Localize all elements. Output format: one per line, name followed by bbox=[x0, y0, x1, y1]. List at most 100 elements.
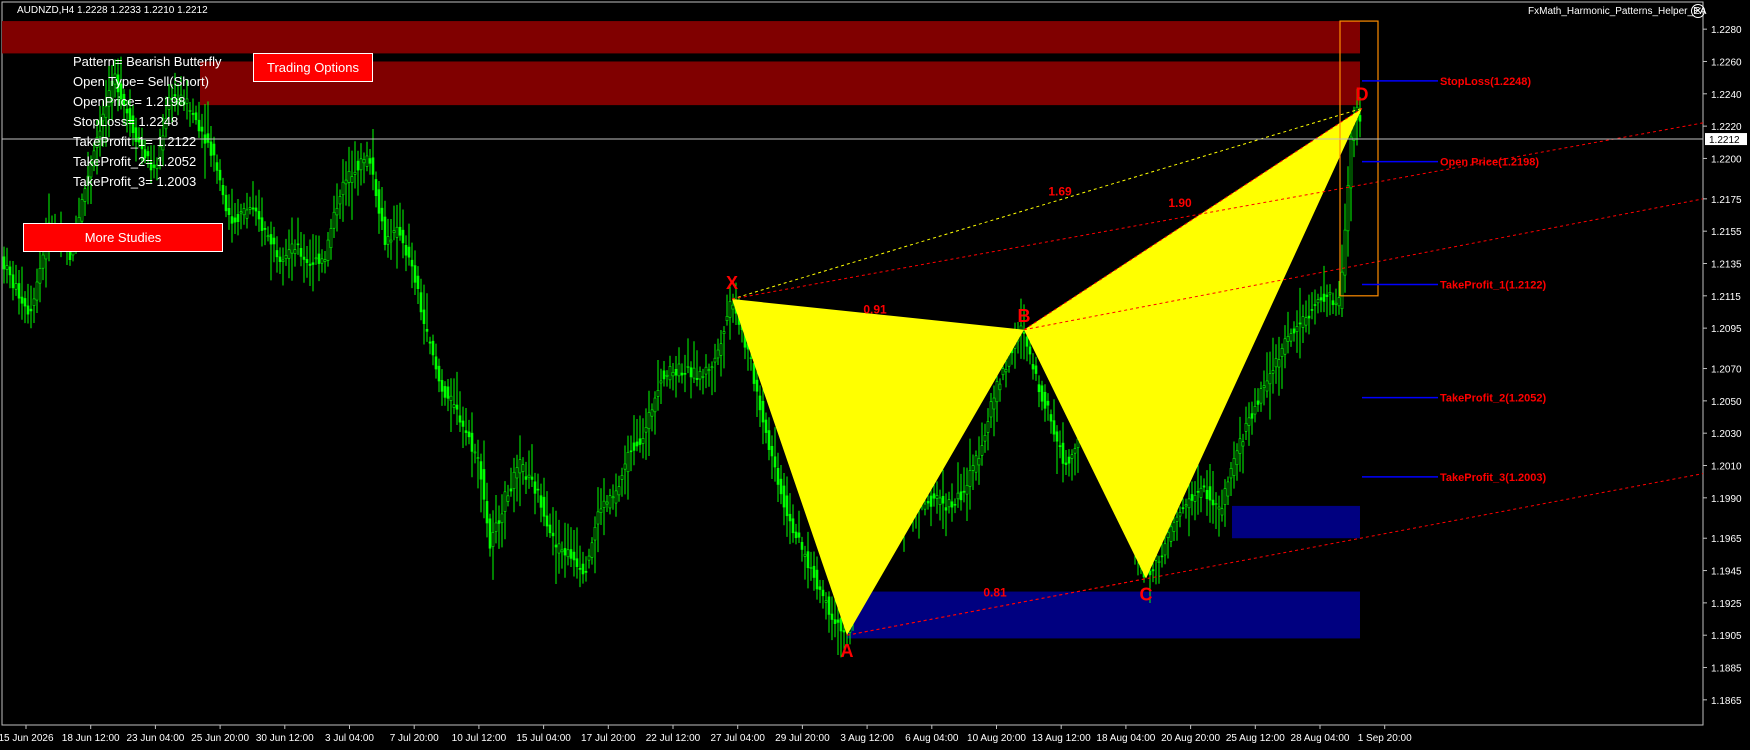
candle-body bbox=[236, 214, 240, 223]
candle-body bbox=[230, 216, 234, 224]
level-label: TakeProfit_3(1.2003) bbox=[1440, 472, 1547, 484]
candle-body bbox=[320, 258, 324, 264]
candle-body bbox=[353, 171, 357, 175]
candle-body bbox=[1049, 414, 1053, 422]
candle-body bbox=[26, 305, 30, 315]
candle-body bbox=[419, 292, 423, 313]
candle-body bbox=[1331, 300, 1335, 306]
candle-body bbox=[1304, 317, 1308, 326]
candle-body bbox=[8, 266, 12, 276]
candle-body bbox=[1262, 385, 1266, 388]
y-tick-label: 1.1905 bbox=[1711, 631, 1742, 642]
candle-body bbox=[707, 369, 711, 371]
candle-body bbox=[1265, 380, 1269, 392]
candle-body bbox=[1175, 516, 1179, 522]
candle-body bbox=[1307, 315, 1311, 319]
level-label: TakeProfit_2(1.2052) bbox=[1440, 393, 1547, 405]
candle-body bbox=[662, 370, 666, 380]
y-tick-label: 1.2220 bbox=[1711, 122, 1742, 133]
candle-body bbox=[425, 329, 429, 332]
level-label: StopLoss(1.2248) bbox=[1440, 76, 1531, 88]
candle-body bbox=[1346, 185, 1350, 232]
candle-body bbox=[782, 485, 786, 508]
trading-options-button[interactable]: Trading Options bbox=[253, 53, 373, 82]
candle-body bbox=[818, 586, 822, 590]
candle-body bbox=[653, 397, 657, 413]
candle-body bbox=[1205, 490, 1209, 500]
candle-body bbox=[518, 459, 522, 474]
candle-body bbox=[1172, 522, 1176, 532]
x-tick-label: 15 Jun 2026 bbox=[0, 733, 54, 744]
price-chart[interactable]: X A B C D 0.91 0.81 1.69 1.90 StopLoss(1.2248) Ope… bbox=[0, 0, 1750, 750]
candle-body bbox=[953, 503, 957, 506]
candle-body bbox=[587, 555, 591, 561]
x-tick-label: 30 Jun 12:00 bbox=[256, 733, 314, 744]
candle-body bbox=[758, 395, 762, 411]
candle-body bbox=[1289, 333, 1293, 342]
candle-body bbox=[728, 301, 732, 318]
candle-body bbox=[1298, 322, 1302, 325]
candle-body bbox=[635, 441, 639, 447]
pattern-label: Pattern= Bearish Butterfly bbox=[73, 54, 222, 69]
candle-body bbox=[842, 630, 846, 633]
candle-body bbox=[515, 467, 519, 479]
y-tick-label: 1.2135 bbox=[1711, 259, 1742, 270]
level-label: TakeProfit_1(1.2122) bbox=[1440, 280, 1547, 292]
candle-body bbox=[941, 495, 945, 504]
open-price-label: OpenPrice= 1.2198 bbox=[73, 94, 186, 109]
candle-body bbox=[584, 570, 588, 573]
x-tick-label: 3 Jul 04:00 bbox=[325, 733, 374, 744]
candle-body bbox=[1226, 481, 1230, 497]
candle-body bbox=[446, 386, 450, 399]
candle-body bbox=[1280, 348, 1284, 357]
candle-body bbox=[239, 211, 243, 214]
candle-body bbox=[2, 256, 6, 270]
symbol-info: AUDNZD,H4 1.2228 1.2233 1.2210 1.2212 bbox=[17, 5, 208, 16]
candle-body bbox=[407, 246, 411, 258]
candle-body bbox=[686, 366, 690, 368]
candle-body bbox=[563, 548, 567, 556]
candle-body bbox=[494, 522, 498, 532]
candle-body bbox=[443, 386, 447, 398]
candle-body bbox=[1184, 504, 1188, 507]
candle-body bbox=[476, 457, 480, 459]
candle-body bbox=[308, 263, 312, 266]
candle-body bbox=[590, 542, 594, 558]
candle-body bbox=[770, 445, 774, 457]
candle-body bbox=[731, 304, 735, 310]
candle-body bbox=[644, 427, 648, 433]
candle-body bbox=[1259, 388, 1263, 404]
candle-body bbox=[992, 397, 996, 410]
candle-body bbox=[674, 368, 678, 376]
more-studies-button[interactable]: More Studies bbox=[23, 223, 223, 252]
candle-body bbox=[20, 296, 24, 304]
candle-body bbox=[788, 513, 792, 522]
candle-body bbox=[449, 395, 453, 401]
candle-body bbox=[836, 619, 840, 623]
candle-body bbox=[1256, 400, 1260, 405]
candle-body bbox=[650, 409, 654, 417]
candle-body bbox=[500, 513, 504, 524]
candle-body bbox=[1235, 450, 1239, 466]
x-tick-label: 25 Aug 12:00 bbox=[1226, 733, 1285, 744]
candle-body bbox=[551, 532, 555, 537]
candle-body bbox=[1058, 445, 1062, 447]
candle-body bbox=[1196, 491, 1200, 493]
candle-body bbox=[332, 211, 336, 229]
candle-body bbox=[926, 500, 930, 504]
candle-body bbox=[1211, 499, 1215, 506]
candle-body bbox=[41, 254, 45, 269]
candle-body bbox=[785, 495, 789, 517]
candle-body bbox=[296, 243, 300, 246]
candle-body bbox=[272, 237, 276, 245]
candle-body bbox=[530, 476, 534, 480]
take-profit-2-label: TakeProfit_2= 1.2052 bbox=[73, 154, 197, 169]
candle-body bbox=[383, 216, 387, 245]
candle-body bbox=[1220, 508, 1224, 516]
candle-body bbox=[701, 376, 705, 378]
candle-body bbox=[1028, 346, 1032, 355]
close-icon[interactable]: ✕ bbox=[1691, 4, 1705, 18]
candle-body bbox=[398, 226, 402, 236]
candle-body bbox=[1043, 391, 1047, 409]
candle-body bbox=[1040, 385, 1044, 402]
